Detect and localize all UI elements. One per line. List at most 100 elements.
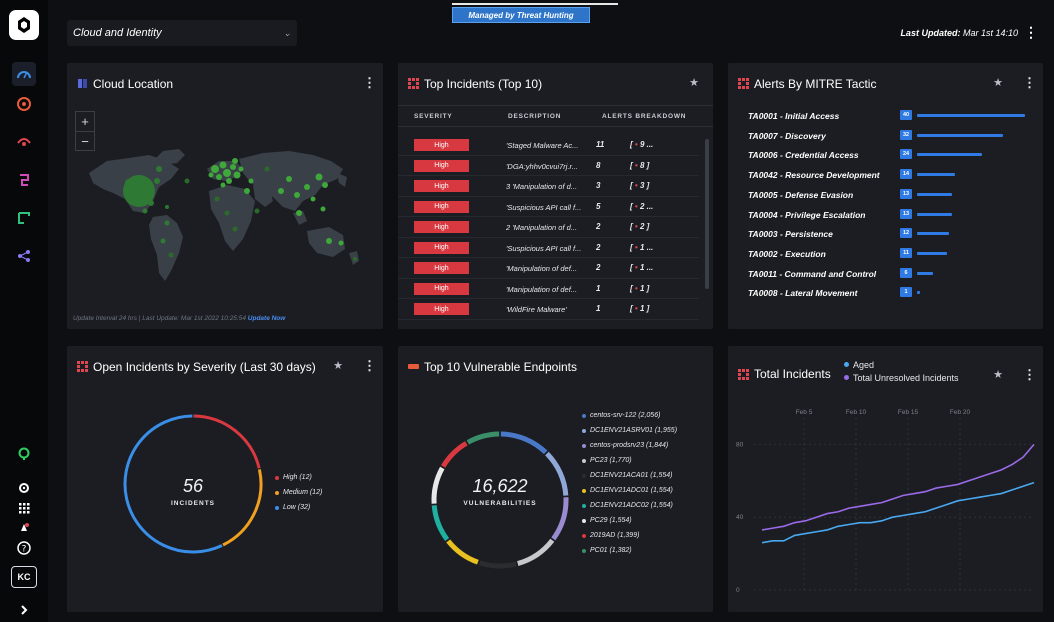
legend-dot-icon (275, 490, 279, 495)
cloud-location-widget: Cloud Location ⋮ + − Update Interval 24 … (67, 63, 383, 329)
widget-menu-icon[interactable]: ⋮ (1023, 368, 1036, 382)
incidents-nav-icon[interactable] (12, 92, 36, 116)
widget-menu-icon[interactable]: ⋮ (1023, 76, 1036, 90)
mitre-tactic-row[interactable]: TA0007 - Discovery 32 (748, 127, 1043, 147)
alerts-breakdown: [ • 9 ... (630, 140, 654, 149)
mitre-tactic-row[interactable]: TA0001 - Initial Access 40 (748, 107, 1043, 127)
incident-row[interactable]: High 'DGA:yhhv0cvui7rj.r... 8 [ • 8 ] (398, 156, 699, 176)
incident-row[interactable]: High 'Suspicious API call f... 2 [ • 1 ... (398, 238, 699, 258)
incident-row[interactable]: High 'WildFire Malware' 1 [ • 1 ] (398, 299, 699, 320)
legend-item[interactable]: DC1ENV21ADC02 (1,554) (582, 498, 677, 513)
alerts-breakdown: [ • 1 ] (630, 304, 650, 313)
incident-row[interactable]: High 'Staged Malware Ac... 11 [ • 9 ... (398, 135, 699, 156)
mitre-tactic-row[interactable]: TA0042 - Resource Development 14 (748, 166, 1043, 186)
donut-segment[interactable] (500, 431, 548, 455)
legend-item[interactable]: centos-srv-122 (2,056) (582, 408, 677, 423)
vulnerabilities-donut-center: 16,622 VULNERABILITIES (450, 476, 550, 507)
incident-alert-count: 2 (596, 242, 601, 252)
mitre-tactic-row[interactable]: TA0003 - Persistence 12 (748, 225, 1043, 245)
legend-item[interactable]: Total Unresolved Incidents (844, 371, 959, 384)
favorite-star-icon[interactable]: ★ (993, 76, 1003, 89)
legend-item[interactable]: Medium (12) (275, 485, 322, 500)
zoom-in-button[interactable]: + (76, 112, 94, 131)
donut-segment[interactable] (431, 505, 450, 542)
mitre-tactic-row[interactable]: TA0011 - Command and Control 6 (748, 265, 1043, 285)
donut-segment[interactable] (551, 497, 569, 541)
incident-row[interactable]: High 3 'Manipulation of d... 3 [ • 3 ] (398, 176, 699, 197)
legend-item[interactable]: Aged (844, 358, 959, 371)
help-icon[interactable]: ? (12, 536, 36, 560)
donut-segment[interactable] (431, 466, 445, 504)
column-alerts-breakdown[interactable]: ALERTS BREAKDOWN (602, 113, 686, 120)
mitre-tactic-row[interactable]: TA0008 - Lateral Movement 1 (748, 284, 1043, 304)
response-nav-icon[interactable] (12, 168, 36, 192)
severity-legend: High (12) Medium (12) Low (32) (275, 470, 322, 515)
legend-item[interactable]: High (12) (275, 470, 322, 485)
investigation-nav-icon[interactable] (12, 130, 36, 154)
dashboard-menu-icon[interactable]: ⋮ (1024, 24, 1038, 40)
user-avatar[interactable]: KC (11, 566, 37, 588)
column-severity[interactable]: SEVERITY (414, 113, 453, 120)
donut-segment[interactable] (440, 441, 468, 468)
world-map[interactable] (67, 103, 383, 308)
mitre-tactic-label: TA0002 - Execution (748, 248, 826, 259)
widget-menu-icon[interactable]: ⋮ (363, 76, 376, 90)
legend-item[interactable]: DC1ENV21ASRV01 (1,955) (582, 423, 677, 438)
donut-segment[interactable] (517, 538, 555, 566)
alerts-breakdown-value: 8 ] (639, 160, 650, 170)
modules-nav-icon[interactable] (12, 244, 36, 268)
alerts-breakdown: [ • 1 ] (630, 283, 650, 293)
incident-row[interactable]: High 2 'Manipulation of d... 2 [ • 2 ] (398, 217, 699, 238)
legend-item[interactable]: DC1ENV21ACA01 (1,554) (582, 468, 677, 483)
mitre-tactic-row[interactable]: TA0002 - Execution 11 (748, 245, 1043, 265)
series-line[interactable] (761, 443, 1035, 531)
incident-row[interactable]: High 'Manipulation of def... 2 [ • 1 ... (398, 258, 699, 279)
search-nav-icon[interactable] (12, 442, 36, 466)
vulnerable-endpoints-widget: Top 10 Vulnerable Endpoints 16,622 VULNE… (398, 346, 713, 612)
legend-item[interactable]: PC29 (1,554) (582, 513, 677, 528)
legend-item[interactable]: PC01 (1,382) (582, 543, 677, 558)
mitre-tactic-count: 32 (900, 129, 912, 140)
table-scrollbar[interactable] (705, 139, 709, 289)
assets-nav-icon[interactable] (12, 206, 36, 230)
severity-badge: High (414, 221, 469, 233)
zoom-out-button[interactable]: − (76, 131, 94, 150)
mitre-tactic-label: TA0008 - Lateral Movement (748, 288, 858, 299)
legend-item[interactable]: Low (32) (275, 500, 322, 515)
incident-description: 'Manipulation of def... (506, 264, 578, 273)
favorite-star-icon[interactable]: ★ (689, 76, 699, 89)
legend-label: Aged (853, 359, 875, 370)
donut-segment[interactable] (466, 431, 500, 445)
legend-item[interactable]: centos-prodsrv23 (1,844) (582, 438, 677, 453)
incident-row[interactable]: High 'Manipulation of def... 1 [ • 1 ] (398, 279, 699, 299)
vulnerabilities-total-label: VULNERABILITIES (463, 500, 537, 507)
x-tick-label: Feb 5 (796, 409, 813, 416)
donut-segment[interactable] (193, 414, 261, 469)
legend-item[interactable]: DC1ENV21ADC01 (1,554) (582, 483, 677, 498)
incident-description: 'Suspicious API call f... (506, 243, 582, 253)
alerts-breakdown-value: 9 ... (639, 140, 654, 149)
dashboard-selector[interactable]: Cloud and Identity ⌄ (67, 20, 297, 46)
favorite-star-icon[interactable]: ★ (333, 359, 343, 372)
mitre-tactic-label: TA0007 - Discovery (748, 130, 826, 141)
donut-segment[interactable] (478, 560, 517, 569)
total-incidents-line-chart[interactable]: Feb 5 Feb 10 Feb 15 Feb 20 0 40 80 (728, 400, 1043, 600)
cortex-logo[interactable] (9, 10, 39, 40)
column-description[interactable]: DESCRIPTION (508, 113, 561, 120)
expand-nav-icon[interactable] (12, 598, 36, 622)
legend-item[interactable]: PC23 (1,770) (582, 453, 677, 468)
update-now-link[interactable]: Update Now (248, 315, 286, 322)
legend-label: centos-prodsrv23 (1,844) (590, 442, 669, 449)
incident-row[interactable]: High 'Suspicious API call f... 5 [ • 2 ... (398, 197, 699, 217)
mitre-tactic-count: 13 (900, 208, 912, 219)
series-line[interactable] (761, 481, 1035, 544)
mitre-tactic-row[interactable]: TA0006 - Credential Access 24 (748, 146, 1043, 166)
logo-icon (18, 17, 30, 33)
mitre-tactic-row[interactable]: TA0005 - Defense Evasion 13 (748, 186, 1043, 206)
widget-menu-icon[interactable]: ⋮ (363, 359, 376, 373)
legend-item[interactable]: 2019AD (1,399) (582, 528, 677, 543)
donut-segment[interactable] (446, 539, 479, 565)
favorite-star-icon[interactable]: ★ (993, 368, 1003, 381)
mitre-tactic-row[interactable]: TA0004 - Privilege Escalation 13 (748, 206, 1043, 226)
dashboard-nav-icon[interactable] (12, 62, 36, 86)
